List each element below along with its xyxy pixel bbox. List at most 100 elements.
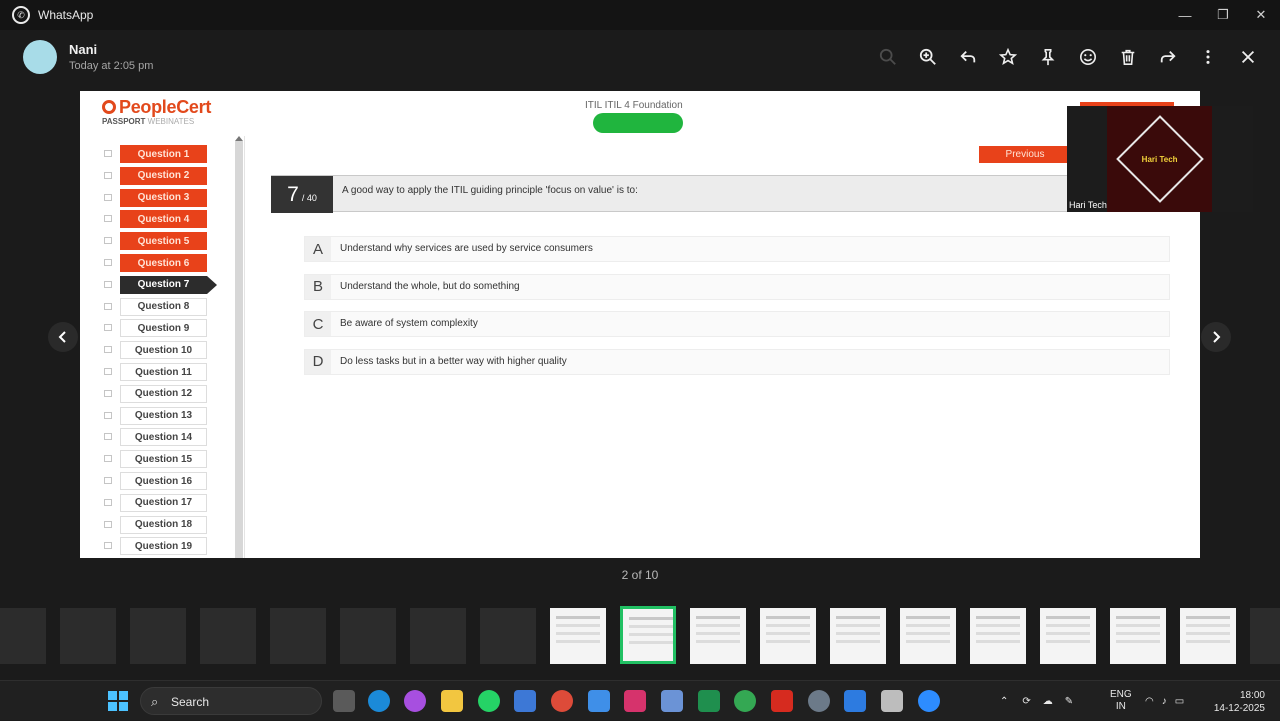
more-options-button[interactable]: [1188, 42, 1228, 72]
edge-icon[interactable]: [368, 690, 390, 712]
zoom-in-button[interactable]: [908, 42, 948, 72]
chrome-icon[interactable]: [551, 690, 573, 712]
question-nav-item[interactable]: Question 2: [120, 166, 207, 185]
react-button[interactable]: [1068, 42, 1108, 72]
media-thumbnail[interactable]: [1110, 608, 1166, 664]
question-flag-icon[interactable]: [104, 193, 112, 201]
question-flag-icon[interactable]: [104, 389, 112, 397]
volume-icon[interactable]: ♪: [1162, 696, 1167, 707]
question-flag-icon[interactable]: [104, 520, 112, 528]
delete-button[interactable]: [1108, 42, 1148, 72]
question-flag-icon[interactable]: [104, 150, 112, 157]
media-thumbnail[interactable]: [900, 608, 956, 664]
question-nav-item[interactable]: Question 11: [120, 363, 207, 381]
pen-icon[interactable]: ✎: [1065, 696, 1073, 707]
question-nav-item[interactable]: Question 1: [120, 145, 207, 163]
instagram-icon[interactable]: [624, 690, 646, 712]
media-thumbnail[interactable]: [410, 608, 466, 664]
media-thumbnail[interactable]: [1040, 608, 1096, 664]
language-indicator[interactable]: ENG IN: [1110, 689, 1132, 713]
settings-icon[interactable]: [808, 690, 830, 712]
answer-option[interactable]: C Be aware of system complexity: [304, 311, 1170, 337]
media-thumbnail[interactable]: [690, 608, 746, 664]
question-nav-item[interactable]: Question 15: [120, 450, 207, 469]
question-nav-item[interactable]: Question 3: [120, 188, 207, 207]
question-nav-item[interactable]: Question 13: [120, 406, 207, 425]
previous-button[interactable]: Previous: [979, 146, 1071, 163]
avatar[interactable]: [23, 40, 57, 74]
question-flag-icon[interactable]: [104, 346, 112, 354]
question-nav-item[interactable]: Question 18: [120, 515, 207, 534]
media-thumbnail[interactable]: [760, 608, 816, 664]
question-nav-item[interactable]: Question 10: [120, 341, 207, 360]
cloud-icon[interactable]: ☁: [1043, 696, 1053, 707]
media-thumbnail[interactable]: [1250, 608, 1280, 664]
answer-option[interactable]: A Understand why services are used by ser…: [304, 236, 1170, 262]
next-media-button[interactable]: [1201, 322, 1231, 352]
sync-icon[interactable]: ⟳: [1022, 696, 1030, 707]
media-thumbnail[interactable]: [270, 608, 326, 664]
reply-button[interactable]: [948, 42, 988, 72]
media-thumbnail[interactable]: [60, 608, 116, 664]
taskbar-search[interactable]: ⌕ Search: [140, 687, 322, 715]
excel-icon[interactable]: [698, 690, 720, 712]
whatsapp-taskbar-icon[interactable]: [478, 690, 500, 712]
question-flag-icon[interactable]: [104, 259, 112, 266]
chevron-up-icon[interactable]: ⌃: [1000, 696, 1008, 707]
maximize-button[interactable]: ❐: [1204, 0, 1242, 30]
question-flag-icon[interactable]: [104, 280, 112, 288]
media-thumbnail[interactable]: [970, 608, 1026, 664]
media-thumbnail[interactable]: [340, 608, 396, 664]
media-thumbnail[interactable]: [550, 608, 606, 664]
previous-media-button[interactable]: [48, 322, 78, 352]
store-icon[interactable]: [514, 690, 536, 712]
question-flag-icon[interactable]: [104, 324, 112, 332]
app-icon[interactable]: [661, 690, 683, 712]
chrome-profile-icon[interactable]: [734, 690, 756, 712]
close-viewer-button[interactable]: [1228, 42, 1268, 72]
question-flag-icon[interactable]: [104, 433, 112, 441]
minimize-button[interactable]: —: [1166, 0, 1204, 30]
question-nav-item[interactable]: Question 6: [120, 254, 207, 272]
media-thumbnail[interactable]: [130, 608, 186, 664]
question-nav-item[interactable]: Question 8: [120, 297, 207, 316]
question-flag-icon[interactable]: [104, 498, 112, 506]
task-view-icon[interactable]: [333, 690, 355, 712]
notepad-icon[interactable]: [588, 690, 610, 712]
file-explorer-icon[interactable]: [441, 690, 463, 712]
editor-icon[interactable]: [881, 690, 903, 712]
question-nav-item[interactable]: Question 17: [120, 493, 207, 512]
answer-option[interactable]: B Understand the whole, but do something: [304, 273, 1170, 300]
snipping-icon[interactable]: [844, 690, 866, 712]
forward-button[interactable]: [1148, 42, 1188, 72]
question-nav-item[interactable]: Question 9: [120, 319, 207, 338]
question-flag-icon[interactable]: [104, 455, 112, 463]
media-thumbnail[interactable]: [620, 606, 676, 664]
question-list-scrollbar[interactable]: [235, 136, 243, 558]
question-flag-icon[interactable]: [104, 237, 112, 245]
zoom-icon[interactable]: [918, 690, 940, 712]
wifi-icon[interactable]: ◠: [1145, 696, 1154, 707]
media-thumbnail[interactable]: [480, 608, 536, 664]
question-nav-item[interactable]: Question 19: [120, 537, 207, 556]
pin-button[interactable]: [1028, 42, 1068, 72]
question-flag-icon[interactable]: [104, 171, 112, 179]
system-clock[interactable]: 18:00 14-12-2025: [1210, 689, 1265, 715]
question-nav-item[interactable]: Question 16: [120, 472, 207, 490]
question-flag-icon[interactable]: [104, 477, 112, 484]
battery-icon[interactable]: ▭: [1175, 696, 1184, 707]
question-flag-icon[interactable]: [104, 215, 112, 223]
close-window-button[interactable]: ✕: [1242, 0, 1280, 30]
question-nav-item[interactable]: Question 12: [120, 384, 207, 403]
question-flag-icon[interactable]: [104, 542, 112, 550]
media-thumbnail[interactable]: [1180, 608, 1236, 664]
media-thumbnail[interactable]: [830, 608, 886, 664]
question-flag-icon[interactable]: [104, 302, 112, 310]
question-flag-icon[interactable]: [104, 368, 112, 375]
question-flag-icon[interactable]: [104, 411, 112, 419]
question-nav-item[interactable]: Question 5: [120, 232, 207, 251]
media-thumbnail[interactable]: [200, 608, 256, 664]
question-nav-item[interactable]: Question 7: [120, 275, 217, 294]
answer-option[interactable]: D Do less tasks but in a better way with …: [304, 348, 1170, 375]
question-nav-item[interactable]: Question 14: [120, 428, 207, 447]
